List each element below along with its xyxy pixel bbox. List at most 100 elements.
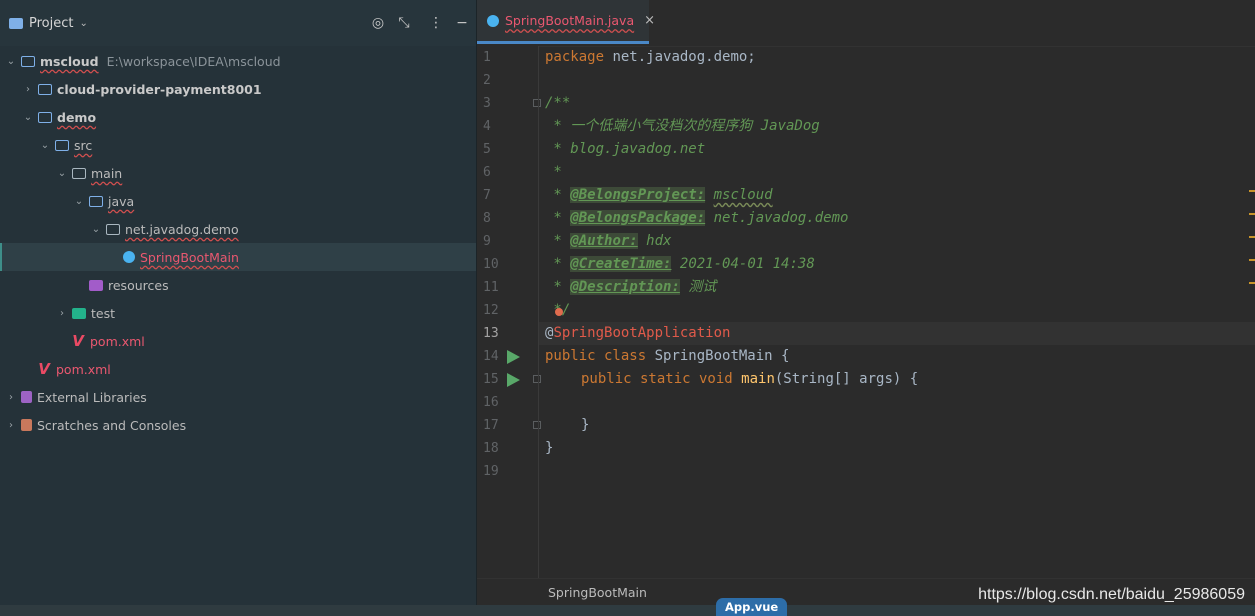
resources-folder-icon [89,279,103,291]
error-stripe-marker[interactable] [1249,282,1255,284]
tree-item-cloud-provider[interactable]: › cloud-provider-payment8001 [0,75,476,103]
close-icon[interactable]: × [644,13,655,28]
error-stripe-marker[interactable] [1249,190,1255,192]
expand-arrow-icon[interactable]: ⌄ [55,168,69,179]
breadcrumb-item[interactable]: SpringBootMain [548,585,647,600]
chevron-down-icon: ⌄ [79,18,88,29]
fold-icon[interactable] [533,421,541,429]
line-number: 14 [483,349,499,364]
expand-arrow-icon[interactable]: ⌄ [4,56,18,67]
run-main-icon[interactable] [507,373,520,387]
code-line-6: * [545,164,562,180]
tree-item-label: pom.xml [90,333,145,349]
javadoc-value: 测试 [688,279,717,295]
error-stripe-marker[interactable] [1249,213,1255,215]
tab-label: SpringBootMain.java [505,13,635,28]
javadoc-value: 2021-04-01 14:38 [679,256,815,272]
fold-icon[interactable] [533,375,541,383]
tree-item-demo[interactable]: ⌄ demo [0,103,476,131]
code-line-10: * @CreateTime: 2021-04-01 14:38 [545,253,1255,276]
tree-item-resources[interactable]: resources [0,271,476,299]
tree-item-label: test [91,305,116,321]
code-line-1: package net.javadog.demo; [545,46,1255,69]
tree-item-springbootmain[interactable]: SpringBootMain [0,243,476,271]
expand-arrow-icon[interactable]: ⌄ [89,224,103,235]
test-folder-icon [72,307,86,319]
tab-springbootmain[interactable]: SpringBootMain.java × [477,0,655,44]
line-number: 12 [483,303,499,318]
tree-item-external-libraries[interactable]: › External Libraries [0,383,476,411]
expand-arrow-icon[interactable]: ⌄ [72,196,86,207]
more-options-icon[interactable]: ⋮ [427,14,445,32]
bulb-icon[interactable] [555,308,563,316]
line-number: 1 [483,50,491,65]
locate-target-icon[interactable]: ◎ [369,14,387,32]
method-name: main [741,371,775,387]
annotation-name: SpringBootApplication [553,325,731,341]
tree-item-path: E:\workspace\IDEA\mscloud [106,53,281,69]
code-token: net.javadog.demo; [604,49,756,65]
tree-item-label: main [91,165,123,181]
collapse-arrow-icon[interactable]: › [55,308,69,319]
code-line-8: * @BelongsPackage: net.javadog.demo [545,207,1255,230]
app-vue-popup[interactable]: App.vue [716,598,788,616]
maven-icon: V [72,332,84,350]
code-token: * [545,233,571,249]
tree-item-pom-root[interactable]: V pom.xml [0,355,476,383]
javadoc-tag: @Author: [570,233,638,249]
fold-icon[interactable] [533,99,541,107]
error-stripe-marker[interactable] [1249,236,1255,238]
tree-item-label: External Libraries [37,389,147,405]
source-root-icon [89,195,103,207]
code-token: public class [545,348,647,364]
tree-item-pom-demo[interactable]: V pom.xml [0,327,476,355]
line-number: 11 [483,280,499,295]
code-token: * [545,256,571,272]
tree-item-src[interactable]: ⌄ src [0,131,476,159]
code-line-11: * @Description: 测试 [545,276,1255,299]
tree-item-scratches[interactable]: › Scratches and Consoles [0,411,476,439]
project-view-selector[interactable]: Project ⌄ [9,16,88,31]
editor-gutter: 1 2 3 4 5 6 7 8 9 10 11 12 13 14 15 16 1… [477,46,541,578]
javadoc-value: net.javadog.demo [713,210,849,226]
code-token: * [545,279,571,295]
javadoc-value: hdx [646,233,672,249]
line-number: 10 [483,257,499,272]
collapse-arrow-icon[interactable]: › [4,420,18,431]
tree-item-label: cloud-provider-payment8001 [57,81,262,97]
project-panel-header: Project ⌄ ◎ ⤡ ⋮ − [0,0,476,46]
folder-icon [72,167,86,179]
collapse-arrow-icon[interactable]: › [21,84,35,95]
tree-item-mscloud[interactable]: ⌄ mscloud E:\workspace\IDEA\mscloud [0,47,476,75]
line-number: 4 [483,119,491,134]
code-line-17: } [581,417,590,433]
tree-item-label: SpringBootMain [140,249,239,265]
line-number: 19 [483,464,499,479]
expand-arrow-icon[interactable]: ⌄ [38,140,52,151]
tree-item-package[interactable]: ⌄ net.javadog.demo [0,215,476,243]
javadoc-tag: @Description: [570,279,680,295]
tree-item-java[interactable]: ⌄ java [0,187,476,215]
javadoc-value: mscloud [713,187,773,203]
error-stripe-marker[interactable] [1249,259,1255,261]
line-number: 6 [483,165,491,180]
collapse-arrow-icon[interactable]: › [4,392,18,403]
library-icon [21,391,32,403]
gutter-divider [538,46,539,578]
tree-item-test[interactable]: › test [0,299,476,327]
expand-arrow-icon[interactable]: ⌄ [21,112,35,123]
code-line-9: * @Author: hdx [545,230,1255,253]
line-number: 2 [483,73,491,88]
code-line-5: * blog.javadog.net [545,141,706,157]
code-editor: SpringBootMain.java × 1 2 3 4 5 6 7 8 9 … [477,0,1255,606]
line-number: 5 [483,142,491,157]
code-token: (String[] args) { [774,371,919,387]
watermark: https://blog.csdn.net/baidu_25986059 [978,586,1245,603]
hide-panel-icon[interactable]: − [453,14,471,32]
run-class-icon[interactable] [507,350,520,364]
tree-item-main[interactable]: ⌄ main [0,159,476,187]
collapse-all-icon[interactable]: ⤡ [395,14,413,32]
tree-item-label: pom.xml [56,361,111,377]
code-token: * [545,187,571,203]
module-folder-icon [21,55,35,67]
